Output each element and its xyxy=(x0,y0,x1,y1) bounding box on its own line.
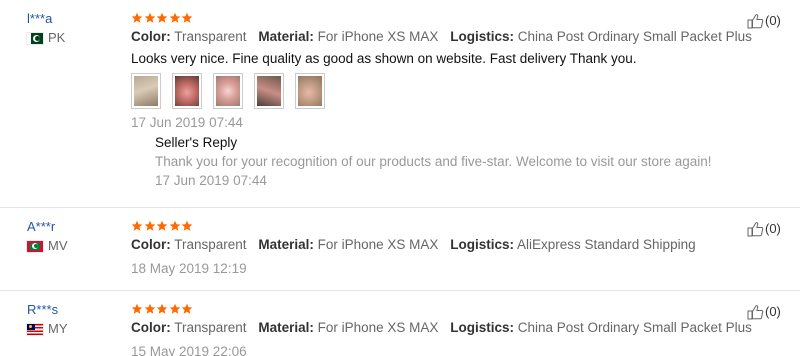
star-icon xyxy=(131,12,143,24)
reviewer-info: l***a PK xyxy=(27,11,122,46)
helpful-count: (0) xyxy=(765,13,781,28)
attr-logistics: Logistics: AliExpress Standard Shipping xyxy=(450,237,695,252)
reviewer-name[interactable]: l***a xyxy=(27,11,122,27)
review-photo-thumbnail[interactable] xyxy=(131,73,161,109)
attr-value: Transparent xyxy=(174,29,247,44)
star-icon xyxy=(169,303,181,315)
reviewer-country: MV xyxy=(27,238,122,254)
review-divider xyxy=(0,207,800,208)
review-divider xyxy=(0,290,800,291)
thumbs-up-icon xyxy=(747,221,764,237)
review-item: R***s MY Color: Transparent Material: Fo… xyxy=(0,302,800,356)
attr-color: Color: Transparent xyxy=(131,29,247,44)
attr-value: China Post Ordinary Small Packet Plus xyxy=(517,320,752,335)
star-icon xyxy=(169,220,181,232)
maldives-flag-icon xyxy=(27,240,43,252)
review-content: Color: Transparent Material: For iPhone … xyxy=(131,11,752,189)
country-code: MV xyxy=(48,238,68,253)
attr-label: Logistics: xyxy=(450,237,514,252)
reviewer-info: A***r MV xyxy=(27,219,122,254)
attr-value: For iPhone XS MAX xyxy=(317,237,439,252)
review-item: A***r MV Color: Transparent Material: Fo… xyxy=(0,219,800,284)
review-photo-thumbnail[interactable] xyxy=(295,73,325,109)
malaysia-flag-icon xyxy=(27,323,43,335)
helpful-button[interactable]: (0) xyxy=(747,13,781,29)
thumbs-up-icon xyxy=(747,304,764,320)
attr-label: Material: xyxy=(258,237,314,252)
attr-value: For iPhone XS MAX xyxy=(317,29,439,44)
attr-label: Color: xyxy=(131,237,171,252)
star-icon xyxy=(156,12,168,24)
review-photos xyxy=(131,73,751,109)
review-list: l***a PK Color: Transparent Material: Fo… xyxy=(0,0,800,356)
review-date: 15 May 2019 22:06 xyxy=(131,344,247,356)
star-icon xyxy=(144,12,156,24)
helpful-count: (0) xyxy=(765,304,781,319)
review-content: Color: Transparent Material: For iPhone … xyxy=(131,219,751,277)
star-icon xyxy=(144,220,156,232)
pakistan-flag-icon xyxy=(27,32,43,44)
reviewer-country: PK xyxy=(27,30,122,46)
star-icon xyxy=(181,220,193,232)
attr-label: Color: xyxy=(131,29,171,44)
review-content: Color: Transparent Material: For iPhone … xyxy=(131,302,752,356)
attr-value: China Post Ordinary Small Packet Plus xyxy=(517,29,752,44)
seller-reply-text: Thank you for your recognition of our pr… xyxy=(155,154,712,169)
attr-value: Transparent xyxy=(174,237,247,252)
star-rating xyxy=(131,219,751,233)
star-icon xyxy=(181,12,193,24)
thumbs-up-icon xyxy=(747,13,764,29)
attr-logistics: Logistics: China Post Ordinary Small Pac… xyxy=(450,29,752,44)
attr-value: AliExpress Standard Shipping xyxy=(516,237,696,252)
review-item: l***a PK Color: Transparent Material: Fo… xyxy=(0,11,800,206)
order-attributes: Color: Transparent Material: For iPhone … xyxy=(131,236,751,253)
attr-label: Material: xyxy=(258,320,314,335)
seller-reply: Seller's Reply Thank you for your recogn… xyxy=(155,134,751,189)
helpful-count: (0) xyxy=(765,221,781,236)
helpful-button[interactable]: (0) xyxy=(747,221,781,237)
attr-value: Transparent xyxy=(174,320,247,335)
attr-color: Color: Transparent xyxy=(131,320,247,335)
order-attributes: Color: Transparent Material: For iPhone … xyxy=(131,319,752,336)
star-icon xyxy=(131,303,143,315)
star-icon xyxy=(169,12,181,24)
star-icon xyxy=(156,303,168,315)
star-icon xyxy=(156,220,168,232)
helpful-button[interactable]: (0) xyxy=(747,304,781,320)
attr-material: Material: For iPhone XS MAX xyxy=(258,320,438,335)
attr-value: For iPhone XS MAX xyxy=(317,320,439,335)
reviewer-info: R***s MY xyxy=(27,302,122,337)
review-photo-thumbnail[interactable] xyxy=(172,73,202,109)
attr-label: Logistics: xyxy=(450,29,514,44)
attr-material: Material: For iPhone XS MAX xyxy=(258,237,438,252)
country-code: MY xyxy=(48,321,68,336)
star-icon xyxy=(144,303,156,315)
review-photo-thumbnail[interactable] xyxy=(254,73,284,109)
review-text: Looks very nice. Fine quality as good as… xyxy=(131,51,637,66)
seller-reply-title: Seller's Reply xyxy=(155,135,238,150)
seller-reply-date: 17 Jun 2019 07:44 xyxy=(155,173,267,188)
review-date: 17 Jun 2019 07:44 xyxy=(131,115,243,130)
reviewer-name[interactable]: A***r xyxy=(27,219,122,235)
star-icon xyxy=(131,220,143,232)
review-date: 18 May 2019 12:19 xyxy=(131,261,247,276)
star-icon xyxy=(181,303,193,315)
attr-label: Material: xyxy=(258,29,314,44)
star-rating xyxy=(131,302,751,316)
attr-logistics: Logistics: China Post Ordinary Small Pac… xyxy=(450,320,752,335)
attr-label: Color: xyxy=(131,320,171,335)
reviewer-name[interactable]: R***s xyxy=(27,302,122,318)
country-code: PK xyxy=(48,30,66,45)
review-photo-thumbnail[interactable] xyxy=(213,73,243,109)
order-attributes: Color: Transparent Material: For iPhone … xyxy=(131,28,752,45)
attr-material: Material: For iPhone XS MAX xyxy=(258,29,438,44)
reviewer-country: MY xyxy=(27,321,122,337)
attr-label: Logistics: xyxy=(450,320,514,335)
attr-color: Color: Transparent xyxy=(131,237,247,252)
star-rating xyxy=(131,11,751,25)
